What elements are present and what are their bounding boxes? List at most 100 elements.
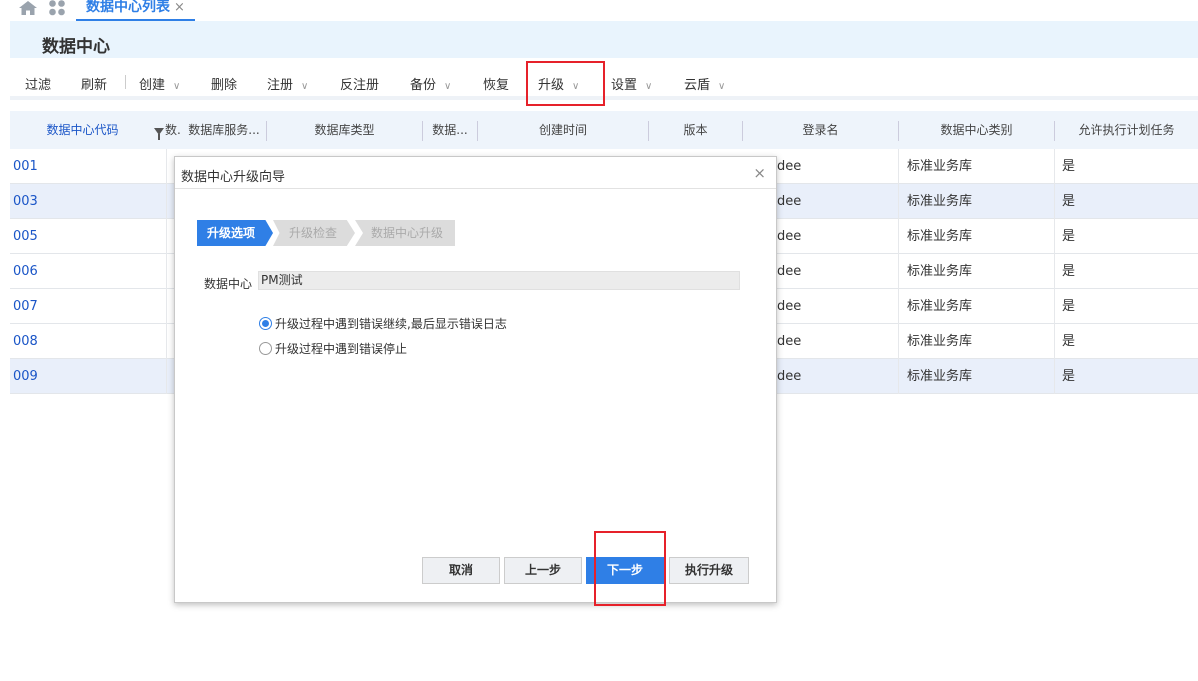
column-header[interactable]: 版本: [649, 111, 742, 149]
tab-datacenter-list[interactable]: 数据中心列表 ×: [76, 0, 195, 21]
cell-code[interactable]: 008: [13, 324, 38, 359]
settings-button[interactable]: 设置 ∨: [611, 74, 652, 93]
close-icon[interactable]: ×: [174, 0, 185, 15]
upgrade-highlight-box: [526, 61, 605, 106]
cell-divider: [898, 219, 899, 254]
datacenter-field: PM测试: [258, 271, 740, 290]
unregister-button[interactable]: 反注册: [340, 74, 379, 93]
cell-divider: [1054, 149, 1055, 184]
cell-type: 标准业务库: [907, 299, 973, 314]
cell-divider: [1054, 359, 1055, 394]
cell-divider: [1054, 219, 1055, 254]
cell-login: dee: [777, 369, 802, 384]
tab-bar: 数据中心列表 ×: [0, 0, 1198, 21]
cell-divider: [166, 324, 167, 359]
cell-divider: [898, 359, 899, 394]
cell-divider: [166, 359, 167, 394]
cell-type: 标准业务库: [907, 194, 973, 209]
chevron-down-icon: ∨: [301, 81, 309, 92]
cell-divider: [898, 254, 899, 289]
cell-type: 标准业务库: [907, 229, 973, 244]
cell-divider: [1054, 289, 1055, 324]
cell-code[interactable]: 001: [13, 149, 38, 184]
home-icon[interactable]: [18, 0, 38, 16]
filter-icon[interactable]: [154, 128, 164, 140]
cell-type: 标准业务库: [907, 334, 973, 349]
cell-login: dee: [777, 334, 802, 349]
cancel-button[interactable]: 取消: [422, 557, 500, 584]
cell-divider: [166, 254, 167, 289]
step-datacenter-upgrade: 数据中心升级: [355, 220, 455, 246]
dialog-title: 数据中心升级向导: [181, 170, 286, 185]
option-continue-on-error[interactable]: 升级过程中遇到错误继续,最后显示错误日志: [259, 315, 507, 332]
cell-code[interactable]: 005: [13, 219, 38, 254]
restore-button[interactable]: 恢复: [483, 74, 509, 93]
radio-unselected-icon[interactable]: [259, 342, 272, 355]
cell-allow: 是: [1062, 264, 1076, 279]
cell-login: dee: [777, 159, 802, 174]
previous-step-button[interactable]: 上一步: [504, 557, 582, 584]
cell-divider: [898, 324, 899, 359]
cell-type: 标准业务库: [907, 264, 973, 279]
delete-button[interactable]: 删除: [211, 74, 237, 93]
column-header[interactable]: 数...: [165, 111, 182, 149]
datacenter-label: 数据中心: [204, 277, 253, 291]
chevron-down-icon: ∨: [645, 81, 653, 92]
column-header[interactable]: 登录名: [743, 111, 898, 149]
cell-type: 标准业务库: [907, 159, 973, 174]
create-button[interactable]: 创建 ∨: [139, 74, 180, 93]
cell-code[interactable]: 009: [13, 359, 38, 394]
execute-upgrade-button[interactable]: 执行升级: [669, 557, 749, 584]
step-upgrade-check: 升级检查: [273, 220, 355, 246]
cell-divider: [166, 149, 167, 184]
column-header[interactable]: 数据库服务...: [182, 111, 266, 149]
radio-selected-icon[interactable]: [259, 317, 272, 330]
dialog-title-bar[interactable]: 数据中心升级向导 ×: [175, 157, 776, 189]
cloud-shield-button[interactable]: 云盾 ∨: [684, 74, 725, 93]
cell-divider: [166, 184, 167, 219]
chevron-down-icon: ∨: [718, 81, 726, 92]
next-step-highlight-box: [594, 531, 666, 606]
cell-login: dee: [777, 229, 802, 244]
toolbar-divider: [125, 75, 126, 89]
chevron-down-icon: ∨: [173, 81, 181, 92]
chevron-down-icon: ∨: [444, 81, 452, 92]
close-icon[interactable]: ×: [753, 164, 766, 182]
cell-divider: [898, 149, 899, 184]
cell-allow: 是: [1062, 299, 1076, 314]
backup-button[interactable]: 备份 ∨: [410, 74, 451, 93]
cell-allow: 是: [1062, 159, 1076, 174]
cell-code[interactable]: 003: [13, 184, 38, 219]
upgrade-wizard-dialog: 数据中心升级向导 × 升级选项 升级检查 数据中心升级 数据中心 PM测试 升级…: [174, 156, 777, 603]
column-header[interactable]: 允许执行计划任务: [1055, 111, 1198, 149]
refresh-button[interactable]: 刷新: [81, 74, 107, 93]
cell-code[interactable]: 006: [13, 254, 38, 289]
cell-allow: 是: [1062, 369, 1076, 384]
cell-divider: [898, 289, 899, 324]
filter-button[interactable]: 过滤: [25, 74, 51, 93]
cell-divider: [1054, 184, 1055, 219]
cell-divider: [166, 289, 167, 324]
register-button[interactable]: 注册 ∨: [267, 74, 308, 93]
cell-allow: 是: [1062, 229, 1076, 244]
grid-header: 数据中心代码 数... 数据库服务... 数据库类型 数据... 创建时间 版本…: [10, 111, 1198, 149]
page-header: 数据中心: [10, 21, 1198, 58]
cell-divider: [166, 219, 167, 254]
cell-type: 标准业务库: [907, 369, 973, 384]
column-header[interactable]: 数据...: [423, 111, 477, 149]
column-header-code[interactable]: 数据中心代码: [10, 111, 155, 149]
tab-label: 数据中心列表: [86, 0, 170, 15]
cell-login: dee: [777, 299, 802, 314]
cell-allow: 是: [1062, 194, 1076, 209]
column-header[interactable]: 数据库类型: [267, 111, 422, 149]
cell-login: dee: [777, 264, 802, 279]
column-header[interactable]: 数据中心类别: [899, 111, 1054, 149]
option-stop-on-error[interactable]: 升级过程中遇到错误停止: [259, 340, 407, 357]
cell-divider: [898, 184, 899, 219]
cell-code[interactable]: 007: [13, 289, 38, 324]
step-upgrade-options: 升级选项: [197, 220, 273, 246]
cell-login: dee: [777, 194, 802, 209]
apps-grid-icon[interactable]: [48, 0, 66, 16]
column-header[interactable]: 创建时间: [478, 111, 648, 149]
page-title: 数据中心: [42, 37, 110, 57]
